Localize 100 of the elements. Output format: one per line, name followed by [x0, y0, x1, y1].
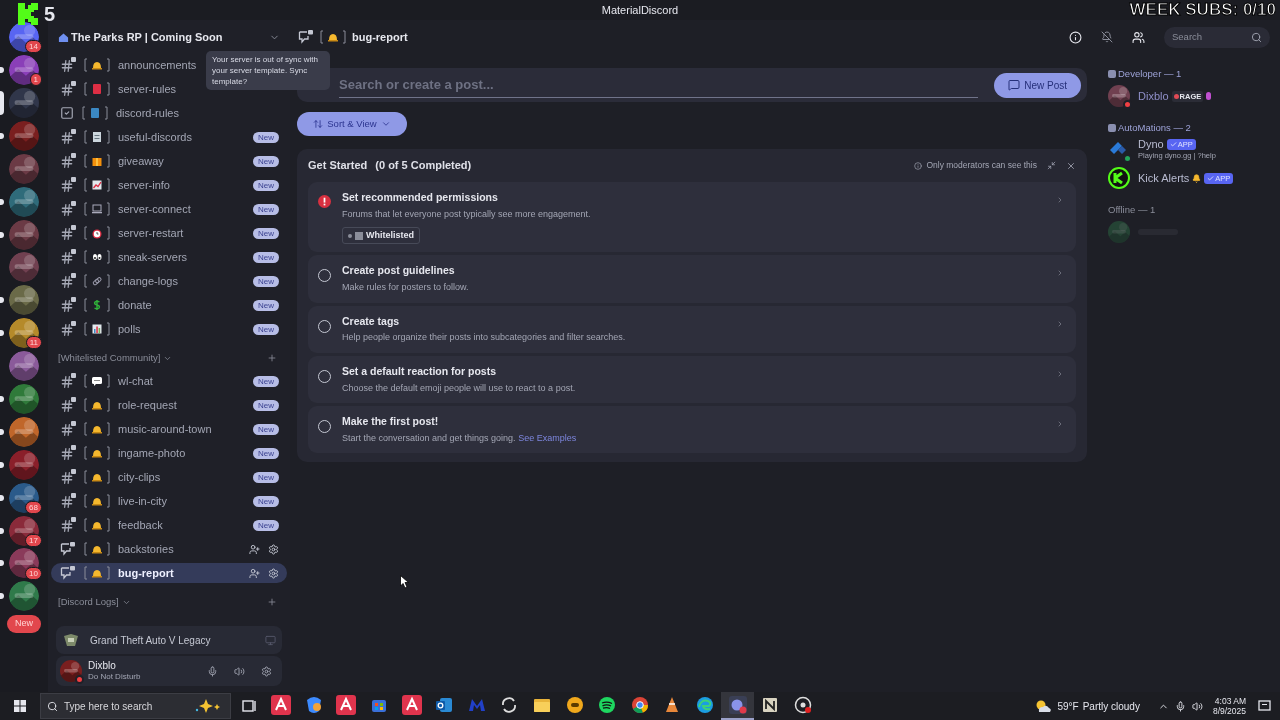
channel-item[interactable]: role-request New — [51, 395, 287, 415]
task-title: Set recommended permissions — [342, 190, 499, 205]
new-post-button[interactable]: New Post — [994, 72, 1081, 98]
task-description: Start the conversation and get things going. See Examples — [342, 431, 578, 445]
locked-hash-icon — [60, 321, 76, 337]
channel-item[interactable]: backstories — [51, 539, 287, 559]
invite-icon[interactable] — [249, 543, 260, 555]
setup-task[interactable]: Create post guidelines Make rules for posters to follow. — [308, 255, 1076, 303]
new-badge: New — [253, 275, 279, 287]
volume-icon[interactable] — [1191, 700, 1203, 712]
chevron-icon — [1056, 269, 1064, 278]
server-home-icon — [58, 31, 69, 43]
channel-item[interactable]: feedback New — [51, 515, 287, 535]
channel-item[interactable]: server-rules — [51, 79, 193, 99]
forum-lock-icon — [60, 565, 76, 581]
task-description: Make rules for posters to follow. — [342, 281, 470, 294]
channel-item[interactable]: server-info New — [51, 175, 287, 195]
task-description: Forums that let everyone post typically see more engagement. — [342, 207, 592, 221]
chat-app-icon — [564, 695, 585, 715]
setup-task[interactable]: Make the first post! Start the conversation and get things going. See Examples — [308, 406, 1076, 454]
new-badge: New — [253, 519, 279, 531]
collapse-icon[interactable] — [1047, 161, 1056, 170]
channel-item[interactable]: sneak-servers New — [51, 247, 287, 267]
new-badge: New — [253, 131, 279, 143]
locked-hash-icon — [60, 469, 76, 485]
taskbar-search-placeholder: Type here to search — [64, 699, 154, 714]
settings-icon[interactable] — [268, 567, 279, 579]
channel-name: server-restart — [118, 225, 184, 241]
member-group-title: Developer — 1 — [1118, 66, 1182, 81]
channel-item[interactable]: server-connect New — [51, 199, 287, 219]
channel-item[interactable]: donate New — [51, 295, 287, 315]
microphone-icon[interactable] — [1174, 700, 1186, 712]
weather-text: Partly cloudy — [1082, 699, 1140, 714]
channel-title: bug-report — [352, 29, 409, 45]
settings-icon[interactable] — [268, 543, 279, 555]
role-icon — [1108, 70, 1116, 78]
username: Dixblo — [88, 660, 117, 671]
channel-item[interactable]: live-in-city New — [51, 491, 287, 511]
browser-app-icon — [629, 695, 650, 715]
setup-task[interactable]: Create tags Help people organize their posts into subcategories and filter searches. — [308, 305, 1076, 353]
channel-item[interactable]: ingame-photo New — [51, 443, 287, 463]
channel-name: backstories — [118, 541, 174, 557]
category-name[interactable]: [Whitelisted Community] — [58, 350, 161, 366]
chevron-icon — [1056, 420, 1064, 428]
taskbar-search[interactable]: Type here to search — [40, 693, 231, 719]
template-tooltip: Your server is out of sync with your server template. Sync template? — [206, 51, 330, 90]
category-name[interactable]: [Discord Logs] — [58, 594, 119, 610]
members-icon[interactable] — [1132, 30, 1145, 44]
new-badge: New — [253, 155, 279, 167]
locked-hash-icon — [60, 201, 76, 217]
forum-lock-icon — [298, 29, 314, 45]
temperature: 59°F — [1057, 699, 1079, 714]
setup-task[interactable]: Set a default reaction for posts Choose the default emoji people will use to react to a post. — [308, 355, 1076, 403]
channel-item[interactable]: useful-discords New — [51, 127, 287, 147]
channel-item[interactable]: music-around-town New — [51, 419, 287, 439]
info-icon[interactable] — [1069, 30, 1082, 44]
setup-task[interactable]: Set recommended permissions Forums that let everyone post typically see more engagement. Whitelisted — [308, 182, 1076, 253]
member-name: Kick Alerts — [1138, 172, 1190, 184]
window-title: MaterialDiscord — [601, 2, 679, 18]
channel-item[interactable]: polls New — [51, 319, 287, 339]
new-badge: New — [253, 447, 279, 459]
role-icon — [355, 231, 363, 240]
locked-hash-icon — [60, 57, 76, 73]
channel-item[interactable]: giveaway New — [51, 151, 287, 171]
new-badge: New — [253, 495, 279, 507]
channel-name: sneak-servers — [118, 249, 188, 265]
speaker-icon[interactable] — [234, 665, 245, 677]
channel-item[interactable]: city-clips New — [51, 467, 287, 487]
channel-name: ingame-photo — [118, 445, 186, 461]
locked-hash-icon — [60, 445, 76, 461]
close-icon[interactable] — [1066, 160, 1076, 171]
channel-item[interactable]: change-logs New — [51, 271, 287, 291]
channel-name: useful-discords — [118, 129, 192, 145]
channel-item[interactable]: bug-report — [51, 563, 287, 583]
search-field[interactable]: Search — [1164, 26, 1270, 48]
channel-name: polls — [118, 321, 141, 337]
channel-item[interactable]: server-restart New — [51, 223, 287, 243]
sort-view-button[interactable]: Sort & View — [297, 112, 407, 136]
member-group-title: AutoMations — 2 — [1118, 120, 1191, 135]
member-group-title: Offline — 1 — [1108, 202, 1156, 217]
progress-text: (0 of 5 Completed) — [375, 158, 472, 174]
add-channel-icon[interactable] — [267, 597, 277, 607]
microphone-icon[interactable] — [207, 665, 218, 677]
mute-icon[interactable] — [1101, 31, 1113, 43]
new-badge: New — [253, 399, 279, 411]
new-badge: New — [253, 323, 279, 335]
member-name: Dyno — [1138, 139, 1164, 150]
role-chip[interactable]: Whitelisted — [342, 227, 420, 245]
search-placeholder: Search — [1172, 29, 1204, 44]
channel-item[interactable]: wl-chat New — [51, 371, 287, 391]
locked-hash-icon — [60, 493, 76, 509]
settings-icon[interactable] — [261, 665, 272, 677]
mail-app-icon — [434, 695, 455, 715]
examples-link[interactable]: See Examples — [518, 432, 577, 443]
add-channel-icon[interactable] — [267, 353, 277, 363]
invite-icon[interactable] — [249, 567, 260, 579]
locked-hash-icon — [60, 129, 76, 145]
new-badge: New — [253, 227, 279, 239]
locked-hash-icon — [60, 373, 76, 389]
channel-item[interactable]: discord-rules — [51, 103, 195, 123]
